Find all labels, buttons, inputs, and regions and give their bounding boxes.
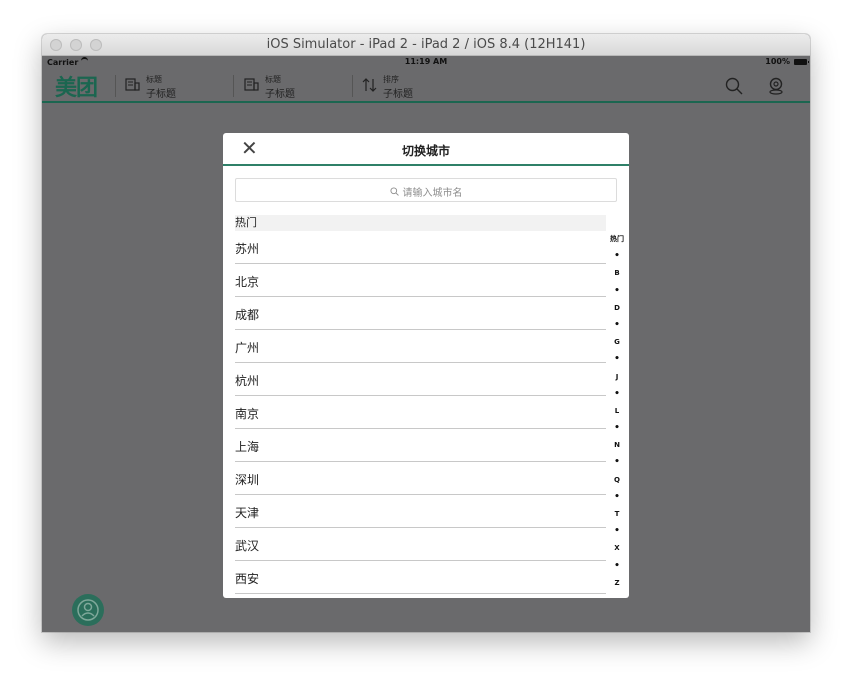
city-name: 杭州: [235, 374, 260, 388]
city-name: 深圳: [235, 473, 260, 487]
window-titlebar: iOS Simulator - iPad 2 - iPad 2 / iOS 8.…: [42, 34, 810, 56]
index-dot[interactable]: •: [607, 317, 627, 334]
index-dot[interactable]: •: [607, 283, 627, 300]
nav-item-subtitle: 子标题: [383, 89, 413, 100]
window-title: iOS Simulator - iPad 2 - iPad 2 / iOS 8.…: [266, 37, 586, 52]
index-x[interactable]: X: [607, 540, 627, 557]
nav-item-title: 标题: [146, 75, 162, 84]
nav-divider: [115, 75, 116, 97]
profile-fab-button[interactable]: [72, 594, 104, 626]
nav-item-title: 标题: [265, 75, 281, 84]
city-name: 成都: [235, 308, 260, 322]
status-time: 11:19 AM: [404, 57, 448, 66]
index-dot[interactable]: •: [607, 489, 627, 506]
city-row[interactable]: 广州: [235, 330, 606, 363]
battery-icon: [794, 59, 809, 65]
city-row[interactable]: 天津: [235, 495, 606, 528]
index-dot[interactable]: •: [607, 351, 627, 368]
index-dot[interactable]: •: [607, 558, 627, 575]
battery-percent: 100%: [765, 57, 790, 66]
nav-divider: [233, 75, 234, 97]
city-row[interactable]: 成都: [235, 297, 606, 330]
building-icon: [125, 77, 140, 96]
search-placeholder: 请输入城市名: [236, 184, 616, 199]
app-navbar: 美团 标题 子标题 标题 子标题 排序 子标题: [42, 69, 810, 103]
index-j[interactable]: J: [607, 369, 627, 386]
city-search-input[interactable]: 请输入城市名: [235, 178, 617, 202]
city-row[interactable]: 上海: [235, 429, 606, 462]
status-bar: Carrier 11:19 AM 100%: [42, 56, 810, 69]
index-n[interactable]: N: [607, 437, 627, 454]
index-z[interactable]: Z: [607, 575, 627, 592]
city-name: 天津: [235, 506, 260, 520]
device-screen: Carrier 11:19 AM 100% 美团 标题 子标题 标题 子标题 排…: [42, 56, 810, 632]
index-dot[interactable]: •: [607, 523, 627, 540]
nav-item-title: 排序: [383, 75, 399, 84]
modal-title: 切换城市: [401, 144, 450, 158]
index-dot[interactable]: •: [607, 454, 627, 471]
city-row[interactable]: 苏州: [235, 231, 606, 264]
index-l[interactable]: L: [607, 403, 627, 420]
city-name: 武汉: [235, 539, 260, 553]
section-header-hot: 热门: [235, 215, 606, 231]
city-name: 南京: [235, 407, 260, 421]
city-row[interactable]: 武汉: [235, 528, 606, 561]
city-row[interactable]: 深圳: [235, 462, 606, 495]
city-name: 北京: [235, 275, 260, 289]
city-row[interactable]: 北京: [235, 264, 606, 297]
index-dot[interactable]: •: [607, 248, 627, 265]
city-name: 广州: [235, 341, 260, 355]
nav-item-2[interactable]: 标题 子标题: [244, 72, 344, 100]
city-name: 西安: [235, 572, 260, 586]
nav-item-subtitle: 子标题: [146, 89, 176, 100]
nav-item-sort[interactable]: 排序 子标题: [362, 72, 462, 100]
nav-divider: [352, 75, 353, 97]
index-dot[interactable]: •: [607, 386, 627, 403]
section-index-bar[interactable]: 热门 • B • D • G • J • L • N • Q • T • X •: [607, 231, 627, 592]
sort-arrows-icon: [362, 77, 378, 97]
city-list: 热门 苏州 北京 成都 广州 杭州 南京 上海 深圳 天津 武汉 西安: [235, 215, 606, 594]
index-q[interactable]: Q: [607, 472, 627, 489]
index-hot[interactable]: 热门: [607, 231, 627, 248]
app-logo[interactable]: 美团: [55, 70, 98, 102]
simulator-window: iOS Simulator - iPad 2 - iPad 2 / iOS 8.…: [42, 34, 810, 632]
nav-item-1[interactable]: 标题 子标题: [125, 72, 225, 100]
city-name: 苏州: [235, 242, 260, 256]
city-row[interactable]: 杭州: [235, 363, 606, 396]
city-row[interactable]: 南京: [235, 396, 606, 429]
city-name: 上海: [235, 440, 260, 454]
search-icon: [389, 187, 399, 199]
search-icon[interactable]: [725, 77, 743, 95]
modal-header: ✕ 切换城市: [223, 133, 629, 166]
building-icon: [244, 77, 259, 96]
index-d[interactable]: D: [607, 300, 627, 317]
person-icon: [77, 599, 99, 621]
index-dot[interactable]: •: [607, 420, 627, 437]
nav-item-subtitle: 子标题: [265, 89, 295, 100]
index-t[interactable]: T: [607, 506, 627, 523]
city-picker-modal: ✕ 切换城市 请输入城市名 热门 苏州 北京 成都 广州 杭州 南京 上海 深圳…: [223, 133, 629, 598]
index-g[interactable]: G: [607, 334, 627, 351]
city-row[interactable]: 西安: [235, 561, 606, 594]
location-pin-icon[interactable]: [767, 77, 785, 95]
index-b[interactable]: B: [607, 265, 627, 282]
